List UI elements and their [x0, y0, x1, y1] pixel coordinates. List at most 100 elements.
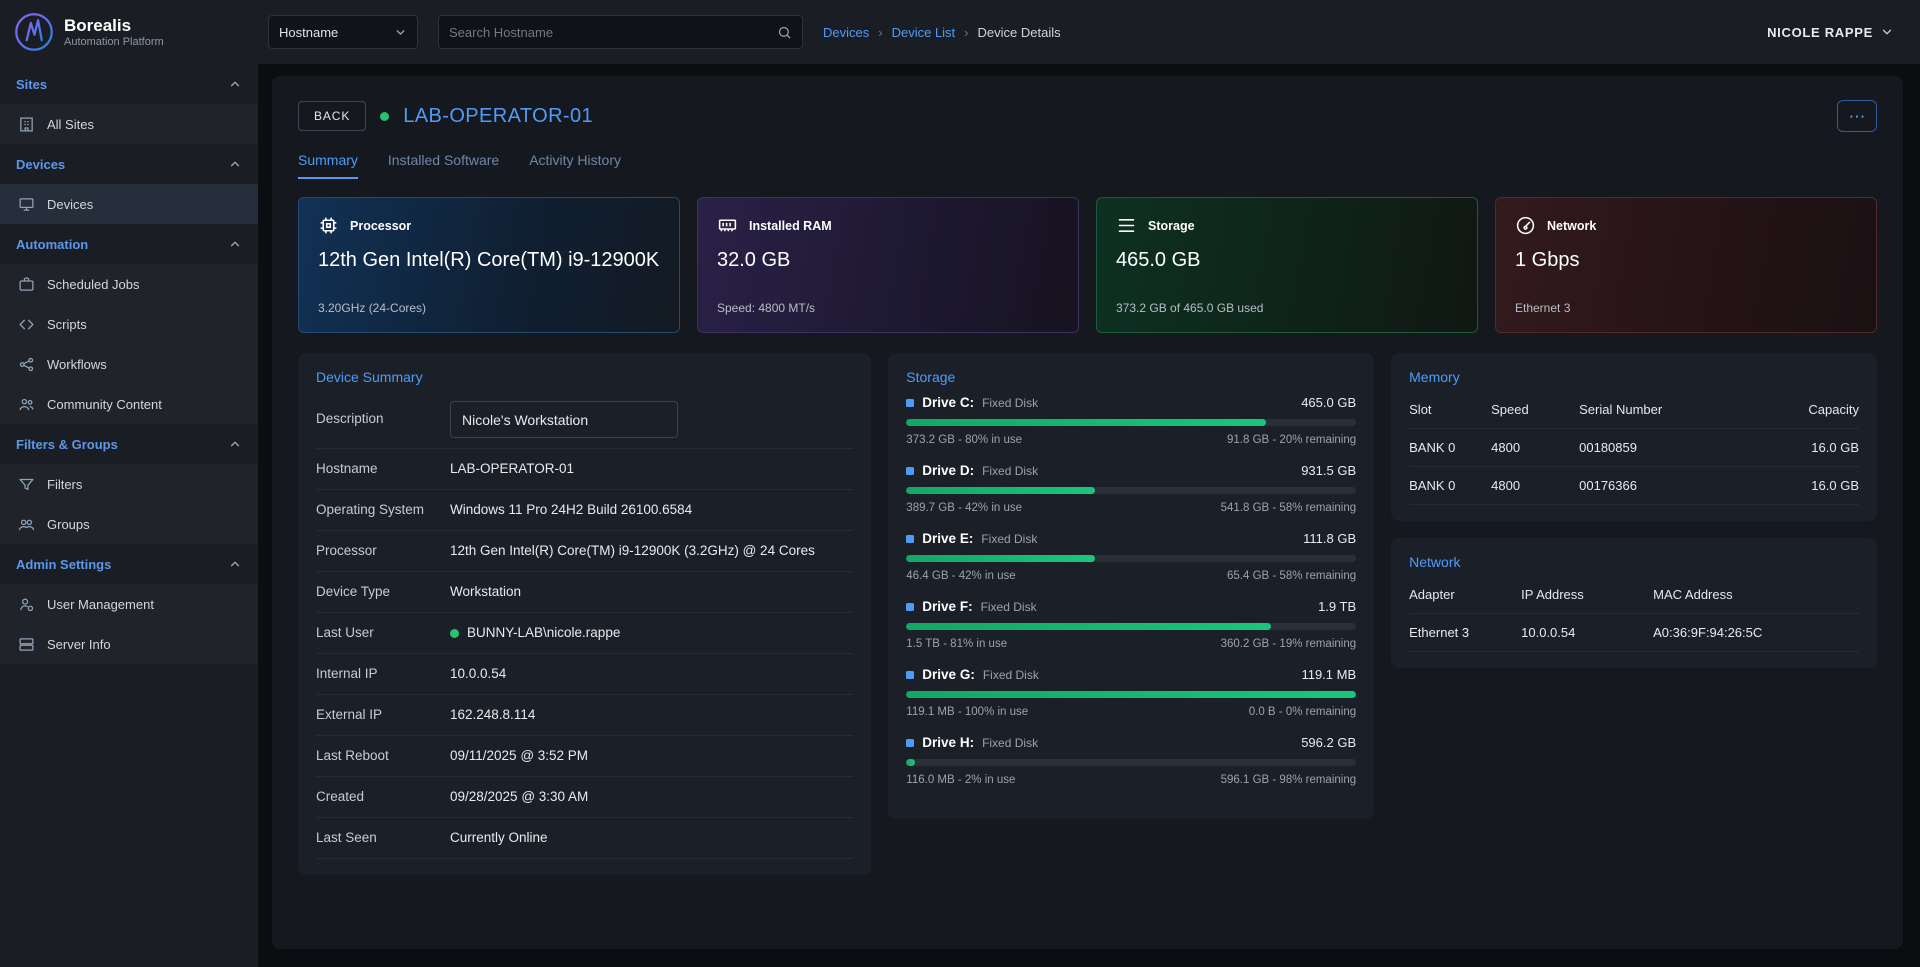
- section-label: Filters & Groups: [16, 437, 118, 452]
- search-box: [438, 15, 803, 49]
- sidebar-item-filters[interactable]: Filters: [0, 464, 258, 504]
- stat-subtext: Speed: 4800 MT/s: [717, 301, 1059, 315]
- stat-cards: Processor 12th Gen Intel(R) Core(TM) i9-…: [298, 197, 1877, 333]
- description-input[interactable]: [450, 401, 678, 438]
- chevron-up-icon: [228, 77, 242, 91]
- drive-f: Drive F: Fixed Disk 1.9 TB 1.5 TB - 81% …: [906, 599, 1356, 650]
- sidebar-item-community-content[interactable]: Community Content: [0, 384, 258, 424]
- sidebar-section-automation[interactable]: Automation: [0, 224, 258, 264]
- drive-usage-bar: [906, 691, 1356, 698]
- sidebar-item-workflows[interactable]: Workflows: [0, 344, 258, 384]
- sidebar-item-label: Workflows: [47, 357, 107, 372]
- summary-row-description: Description: [316, 391, 853, 449]
- memory-table-header: Slot Speed Serial Number Capacity: [1409, 391, 1859, 429]
- borealis-logo: [14, 12, 54, 52]
- summary-row-last-reboot: Last Reboot 09/11/2025 @ 3:52 PM: [316, 736, 853, 777]
- breadcrumb-current: Device Details: [978, 25, 1061, 40]
- server-icon: [18, 636, 35, 653]
- stat-card-installed-ram: Installed RAM 32.0 GB Speed: 4800 MT/s: [697, 197, 1079, 333]
- breadcrumb-device-list[interactable]: Device List: [892, 25, 956, 40]
- section-label: Sites: [16, 77, 47, 92]
- sidebar-section-sites[interactable]: Sites: [0, 64, 258, 104]
- stat-label: Storage: [1148, 219, 1195, 233]
- stat-label: Processor: [350, 219, 411, 233]
- drive-e: Drive E: Fixed Disk 111.8 GB 46.4 GB - 4…: [906, 531, 1356, 582]
- storage-stack-icon: [1116, 215, 1137, 236]
- drive-used-text: 1.5 TB - 81% in use: [906, 638, 1007, 650]
- summary-row-created: Created 09/28/2025 @ 3:30 AM: [316, 777, 853, 818]
- chevron-down-icon: [1880, 25, 1894, 39]
- cpu-icon: [318, 215, 339, 236]
- drive-usage-bar: [906, 487, 1356, 494]
- stat-card-storage: Storage 465.0 GB 373.2 GB of 465.0 GB us…: [1096, 197, 1478, 333]
- card-title: Storage: [906, 369, 1356, 385]
- stat-card-network: Network 1 Gbps Ethernet 3: [1495, 197, 1877, 333]
- summary-row-operating-system: Operating System Windows 11 Pro 24H2 Bui…: [316, 490, 853, 531]
- filter-icon: [18, 476, 35, 493]
- online-status-dot: [380, 112, 389, 121]
- stat-value: 32.0 GB: [717, 249, 1059, 272]
- drive-usage-bar: [906, 555, 1356, 562]
- tab-installed-software[interactable]: Installed Software: [388, 152, 499, 179]
- back-button[interactable]: BACK: [298, 101, 366, 131]
- summary-row-last-user: Last User BUNNY-LAB\nicole.rappe: [316, 613, 853, 654]
- sidebar-item-groups[interactable]: Groups: [0, 504, 258, 544]
- drive-bullet-icon: [906, 671, 914, 679]
- chevron-up-icon: [228, 157, 242, 171]
- stat-label: Network: [1547, 219, 1596, 233]
- breadcrumb: Devices › Device List › Device Details: [823, 25, 1061, 40]
- sidebar-item-all-sites[interactable]: All Sites: [0, 104, 258, 144]
- summary-row-device-type: Device Type Workstation: [316, 572, 853, 613]
- drive-usage-fill: [906, 691, 1356, 698]
- user-name: NICOLE RAPPE: [1767, 25, 1873, 40]
- sidebar-section-devices[interactable]: Devices: [0, 144, 258, 184]
- summary-row-external-ip: External IP 162.248.8.114: [316, 695, 853, 736]
- section-label: Automation: [16, 237, 88, 252]
- brand-subtitle: Automation Platform: [64, 36, 164, 48]
- breadcrumb-devices[interactable]: Devices: [823, 25, 869, 40]
- drive-used-text: 389.7 GB - 42% in use: [906, 502, 1022, 514]
- drive-d: Drive D: Fixed Disk 931.5 GB 389.7 GB - …: [906, 463, 1356, 514]
- brand-header: Borealis Automation Platform: [0, 0, 258, 64]
- stat-subtext: 3.20GHz (24-Cores): [318, 301, 660, 315]
- search-filter-dropdown[interactable]: Hostname: [268, 15, 418, 49]
- sidebar-item-scheduled-jobs[interactable]: Scheduled Jobs: [0, 264, 258, 304]
- brand-text: Borealis Automation Platform: [64, 16, 164, 48]
- sidebar-item-scripts[interactable]: Scripts: [0, 304, 258, 344]
- drive-usage-fill: [906, 487, 1095, 494]
- building-icon: [18, 116, 35, 133]
- drive-remaining-text: 596.1 GB - 98% remaining: [1221, 774, 1357, 786]
- summary-row-last-seen: Last Seen Currently Online: [316, 818, 853, 859]
- monitor-icon: [18, 196, 35, 213]
- stat-subtext: Ethernet 3: [1515, 301, 1857, 315]
- app-root: Borealis Automation Platform Sites All S…: [0, 0, 1920, 967]
- sidebar-item-user-management[interactable]: User Management: [0, 584, 258, 624]
- tab-activity-history[interactable]: Activity History: [529, 152, 621, 179]
- tab-summary[interactable]: Summary: [298, 152, 358, 179]
- drive-remaining-text: 91.8 GB - 20% remaining: [1227, 434, 1356, 446]
- more-actions-button[interactable]: ⋯: [1837, 100, 1877, 132]
- code-icon: [18, 316, 35, 333]
- sidebar-item-devices[interactable]: Devices: [0, 184, 258, 224]
- briefcase-icon: [18, 276, 35, 293]
- groups-icon: [18, 516, 35, 533]
- sidebar-item-label: Groups: [47, 517, 90, 532]
- user-menu[interactable]: NICOLE RAPPE: [1767, 25, 1894, 40]
- network-card: Network Adapter IP Address MAC Address E…: [1391, 538, 1877, 668]
- stat-value: 12th Gen Intel(R) Core(TM) i9-12900K: [318, 249, 660, 272]
- search-icon[interactable]: [777, 25, 792, 40]
- sidebar-item-server-info[interactable]: Server Info: [0, 624, 258, 664]
- sidebar-item-label: User Management: [47, 597, 154, 612]
- memory-table-row: BANK 0 4800 00180859 16.0 GB: [1409, 429, 1859, 467]
- sidebar-section-filters-groups[interactable]: Filters & Groups: [0, 424, 258, 464]
- sidebar-section-admin-settings[interactable]: Admin Settings: [0, 544, 258, 584]
- drive-usage-bar: [906, 759, 1356, 766]
- sidebar-item-label: All Sites: [47, 117, 94, 132]
- sidebar-item-label: Scheduled Jobs: [47, 277, 140, 292]
- chevron-up-icon: [228, 437, 242, 451]
- stat-label: Installed RAM: [749, 219, 832, 233]
- drive-remaining-text: 360.2 GB - 19% remaining: [1221, 638, 1357, 650]
- workflow-icon: [18, 356, 35, 373]
- stat-value: 465.0 GB: [1116, 249, 1458, 272]
- search-input[interactable]: [449, 25, 769, 40]
